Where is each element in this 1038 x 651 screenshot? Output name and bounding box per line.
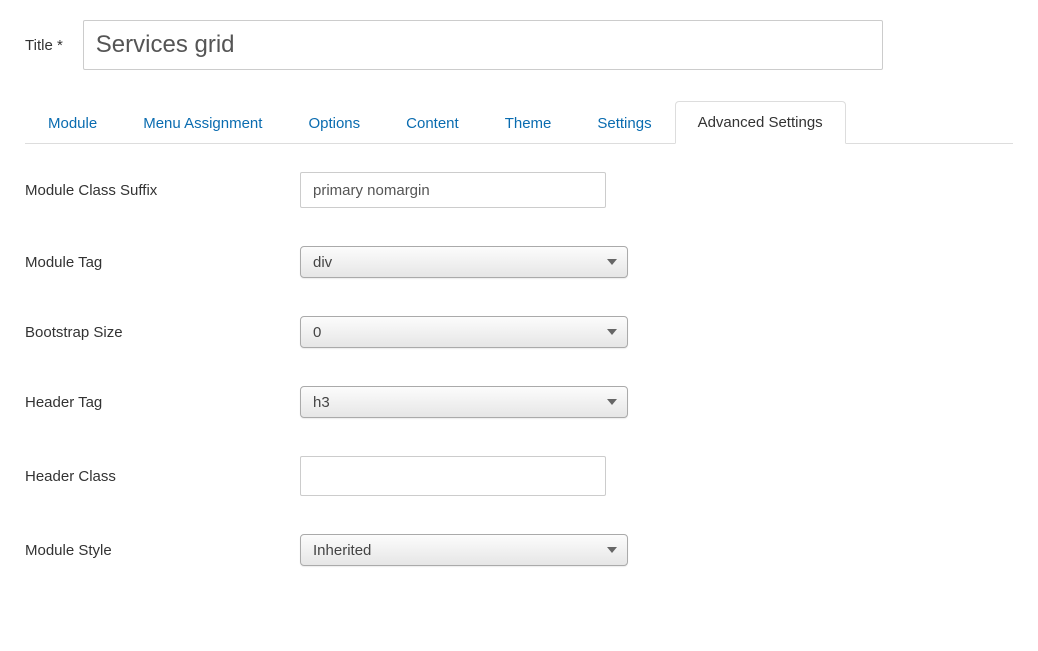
tab-options[interactable]: Options — [285, 102, 383, 144]
chevron-down-icon — [607, 259, 617, 265]
tab-content[interactable]: Content — [383, 102, 482, 144]
row-module-tag: Module Tag div — [25, 246, 1013, 278]
module-edit-page: Title * Module Menu Assignment Options C… — [0, 0, 1038, 624]
title-label: Title * — [25, 37, 63, 54]
select-module-tag-value: div — [313, 254, 332, 271]
select-module-style[interactable]: Inherited — [300, 534, 628, 566]
tab-module[interactable]: Module — [25, 102, 120, 144]
row-module-style: Module Style Inherited — [25, 534, 1013, 566]
input-module-class-suffix[interactable] — [300, 172, 606, 208]
label-bootstrap-size: Bootstrap Size — [25, 324, 300, 341]
row-header-tag: Header Tag h3 — [25, 386, 1013, 418]
row-bootstrap-size: Bootstrap Size 0 — [25, 316, 1013, 348]
row-header-class: Header Class — [25, 456, 1013, 496]
tab-advanced-settings[interactable]: Advanced Settings — [675, 101, 846, 144]
chevron-down-icon — [607, 547, 617, 553]
title-input[interactable] — [83, 20, 883, 70]
select-header-tag[interactable]: h3 — [300, 386, 628, 418]
label-header-tag: Header Tag — [25, 394, 300, 411]
tabs: Module Menu Assignment Options Content T… — [25, 100, 1013, 144]
label-header-class: Header Class — [25, 468, 300, 485]
row-module-class-suffix: Module Class Suffix — [25, 172, 1013, 208]
label-module-style: Module Style — [25, 542, 300, 559]
title-row: Title * — [25, 20, 1013, 70]
select-module-tag[interactable]: div — [300, 246, 628, 278]
tab-menu-assignment[interactable]: Menu Assignment — [120, 102, 285, 144]
chevron-down-icon — [607, 329, 617, 335]
chevron-down-icon — [607, 399, 617, 405]
select-bootstrap-size[interactable]: 0 — [300, 316, 628, 348]
select-bootstrap-size-value: 0 — [313, 324, 321, 341]
input-header-class[interactable] — [300, 456, 606, 496]
tab-theme[interactable]: Theme — [482, 102, 575, 144]
select-header-tag-value: h3 — [313, 394, 330, 411]
tab-settings[interactable]: Settings — [574, 102, 674, 144]
select-module-style-value: Inherited — [313, 542, 371, 559]
label-module-tag: Module Tag — [25, 254, 300, 271]
label-module-class-suffix: Module Class Suffix — [25, 182, 300, 199]
